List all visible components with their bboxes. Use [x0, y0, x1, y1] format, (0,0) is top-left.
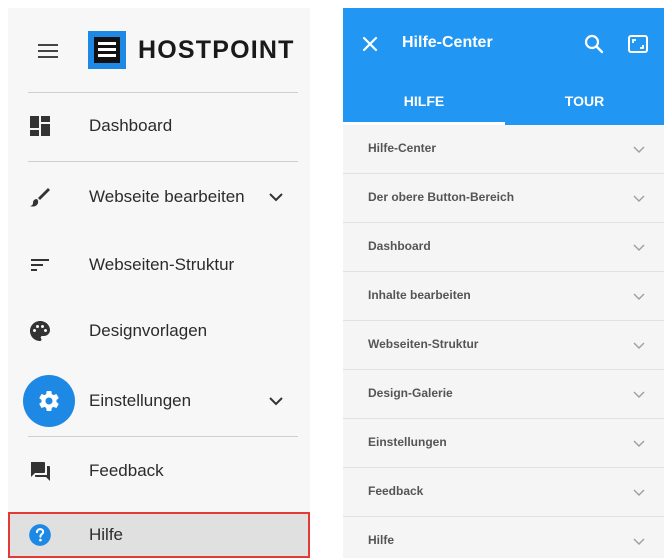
- help-topic-label: Inhalte bearbeiten: [368, 288, 471, 302]
- help-topic-label: Dashboard: [368, 239, 431, 253]
- search-icon[interactable]: [583, 33, 605, 55]
- drawer-header: HOSTPOINT: [8, 8, 310, 92]
- help-topic-label: Hilfe: [368, 533, 395, 547]
- palette-icon: [24, 315, 56, 347]
- chevron-down-icon: [633, 538, 645, 545]
- help-topic-feedback[interactable]: Feedback: [343, 468, 664, 517]
- tab-tour[interactable]: TOUR: [505, 81, 664, 125]
- brush-icon: [24, 181, 56, 213]
- help-topic-label: Der obere Button-Bereich: [368, 190, 515, 204]
- nav-drawer: HOSTPOINT Dashboard Webseite bearbeiten: [8, 8, 310, 558]
- chevron-down-icon: [633, 293, 645, 300]
- chevron-down-icon[interactable]: [268, 393, 284, 409]
- hostpoint-logo-icon: [88, 31, 126, 69]
- help-center-title: Hilfe-Center: [402, 34, 493, 51]
- brand: HOSTPOINT: [88, 30, 295, 70]
- chevron-down-icon: [633, 440, 645, 447]
- divider: [28, 436, 298, 437]
- divider: [28, 92, 298, 93]
- help-topic-webseiten-struktur[interactable]: Webseiten-Struktur: [343, 321, 664, 370]
- nav-label-webseite-bearbeiten: Webseite bearbeiten: [89, 187, 245, 206]
- chevron-down-icon: [633, 342, 645, 349]
- help-topic-label: Feedback: [368, 484, 424, 498]
- close-icon[interactable]: [361, 35, 379, 53]
- nav-label-feedback: Feedback: [89, 461, 164, 480]
- nav-label-dashboard: Dashboard: [89, 116, 173, 135]
- fullscreen-icon[interactable]: [627, 33, 649, 55]
- help-topic-label: Hilfe-Center: [368, 141, 437, 155]
- help-topic-einstellungen[interactable]: Einstellungen: [343, 419, 664, 468]
- dashboard-icon: [24, 110, 56, 142]
- feedback-icon: [24, 455, 56, 487]
- chevron-down-icon: [633, 195, 645, 202]
- nav-label-einstellungen: Einstellungen: [89, 391, 192, 410]
- nav-label-webseiten-struktur: Webseiten-Struktur: [89, 255, 235, 274]
- chevron-down-icon: [633, 489, 645, 496]
- help-topic-label: Design-Galerie: [368, 386, 453, 400]
- nav-item-feedback[interactable]: Feedback: [8, 440, 310, 502]
- nav-label-designvorlagen: Designvorlagen: [89, 321, 208, 340]
- brand-name: HOSTPOINT: [138, 35, 295, 64]
- tab-hilfe[interactable]: HILFE: [343, 81, 505, 125]
- nav-item-dashboard[interactable]: Dashboard: [8, 95, 310, 157]
- nav-item-hilfe[interactable]: Hilfe: [8, 512, 310, 558]
- nav-item-einstellungen[interactable]: Einstellungen: [8, 370, 310, 432]
- help-topic-inhalte-bearbeiten[interactable]: Inhalte bearbeiten: [343, 272, 664, 321]
- nav-item-webseiten-struktur[interactable]: Webseiten-Struktur: [8, 234, 310, 296]
- help-topic-button-bereich[interactable]: Der obere Button-Bereich: [343, 174, 664, 223]
- help-topic-dashboard[interactable]: Dashboard: [343, 223, 664, 272]
- chevron-down-icon: [633, 391, 645, 398]
- help-circle-icon: [24, 519, 56, 551]
- divider: [28, 161, 298, 162]
- help-topic-hilfe-center[interactable]: Hilfe-Center: [343, 125, 664, 174]
- help-center-panel: Hilfe-Center HILFE TOUR Hilfe-Center Der…: [343, 8, 664, 558]
- gear-icon: [23, 375, 75, 427]
- help-topic-hilfe[interactable]: Hilfe: [343, 517, 664, 558]
- chevron-down-icon[interactable]: [268, 189, 284, 205]
- help-topic-label: Webseiten-Struktur: [368, 337, 479, 351]
- nav-item-designvorlagen[interactable]: Designvorlagen: [8, 300, 310, 362]
- nav-item-webseite-bearbeiten[interactable]: Webseite bearbeiten: [8, 166, 310, 228]
- help-topic-label: Einstellungen: [368, 435, 447, 449]
- help-topic-design-galerie[interactable]: Design-Galerie: [343, 370, 664, 419]
- menu-icon[interactable]: [38, 43, 58, 59]
- help-appbar: Hilfe-Center HILFE TOUR: [343, 8, 664, 125]
- chevron-down-icon: [633, 244, 645, 251]
- chevron-down-icon: [633, 146, 645, 153]
- sort-lines-icon: [24, 249, 56, 281]
- nav-label-hilfe: Hilfe: [89, 525, 124, 544]
